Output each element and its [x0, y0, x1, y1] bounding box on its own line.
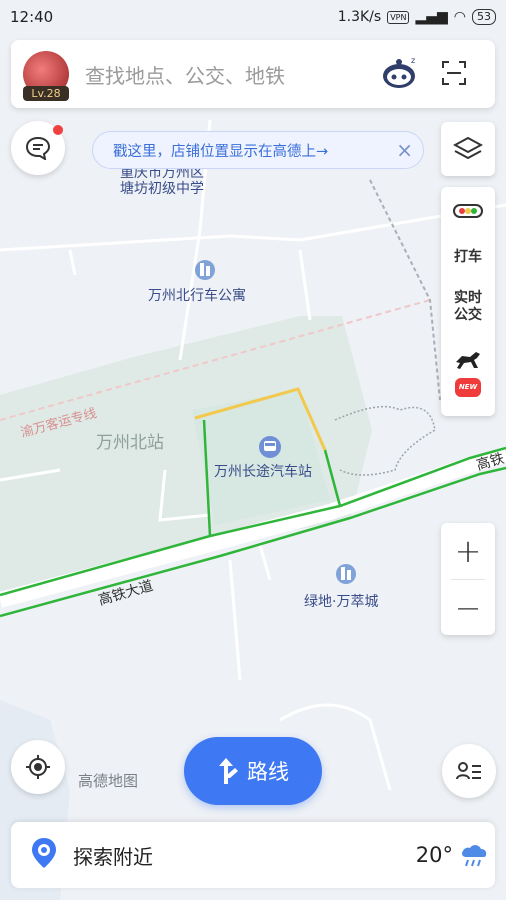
route-button[interactable]: 路线 [184, 737, 322, 805]
taxi-button[interactable]: 打车 [441, 235, 495, 279]
zoom-control: + − [441, 523, 495, 635]
realtime-bus-button[interactable]: 实时 公交 [441, 279, 495, 335]
weather-widget[interactable]: 20° [416, 841, 489, 869]
map-label-community: 绿地·万萃城 [304, 594, 378, 610]
explore-nearby-card[interactable]: 探索附近 20° [11, 822, 495, 888]
bus-icon [259, 436, 281, 458]
vpn-icon: VPN [387, 10, 410, 24]
explore-nearby-label: 探索附近 [73, 844, 153, 869]
assistant-robot-icon[interactable]: z [381, 54, 419, 94]
search-card: Lv.28 查找地点、公交、地铁 z [11, 40, 495, 108]
network-speed: 1.3K/s [337, 9, 382, 25]
route-label: 路线 [247, 760, 289, 784]
map-brand-label: 高德地图 [78, 772, 139, 790]
route-arrow-icon [219, 758, 238, 784]
rain-cloud-icon [462, 845, 487, 867]
map-label-school-2: 塘坊初级中学 [120, 180, 204, 197]
new-badge: NEW [454, 377, 482, 397]
community-icon [336, 564, 356, 584]
svg-text:z: z [411, 56, 415, 65]
map-label-station: 万州北站 [96, 433, 164, 453]
message-button[interactable] [11, 121, 65, 175]
signal-icon: ▂▄▆ [415, 9, 448, 25]
avatar[interactable]: Lv.28 [23, 51, 69, 101]
tools-panel: 打车 实时 公交 NEW [441, 187, 495, 416]
building-icon [195, 260, 215, 280]
user-list-icon [456, 762, 481, 780]
chat-icon [25, 136, 51, 160]
horse-button[interactable]: NEW [441, 335, 495, 409]
search-input[interactable]: 查找地点、公交、地铁 [85, 60, 495, 89]
realtime-bus-label-1: 实时 [454, 290, 482, 306]
battery-icon: 53 [472, 9, 496, 25]
traffic-light-icon [453, 204, 483, 218]
temperature: 20° [415, 843, 453, 867]
close-icon[interactable]: × [396, 138, 413, 162]
zoom-out-button[interactable]: − [441, 580, 495, 636]
notification-dot [53, 125, 63, 135]
location-pin-icon [29, 836, 59, 874]
wifi-icon: ◠ [453, 9, 466, 25]
user-list-button[interactable] [442, 744, 496, 798]
layers-button[interactable] [441, 122, 495, 176]
locate-button[interactable] [11, 740, 65, 794]
tip-text: 戳这里，店铺位置显示在高德上→ [113, 143, 329, 160]
status-icons: 1.3K/s VPN ▂▄▆ ◠ 53 [338, 9, 496, 25]
locate-icon [26, 755, 50, 779]
realtime-bus-label-2: 公交 [454, 307, 482, 323]
traffic-button[interactable] [441, 187, 495, 235]
tip-banner[interactable]: 戳这里，店铺位置显示在高德上→ × [92, 131, 424, 169]
user-level-badge: Lv.28 [23, 86, 69, 101]
map-label-apartment: 万州北行车公寓 [148, 287, 246, 304]
map-label-bus-station: 万州长途汽车站 [214, 463, 312, 480]
layers-icon [453, 136, 483, 160]
zoom-in-button[interactable]: + [441, 523, 495, 579]
horse-icon [456, 351, 480, 369]
status-time: 12:40 [10, 8, 54, 26]
scan-icon[interactable] [441, 60, 467, 90]
status-bar: 12:40 1.3K/s VPN ▂▄▆ ◠ 53 [0, 0, 506, 34]
